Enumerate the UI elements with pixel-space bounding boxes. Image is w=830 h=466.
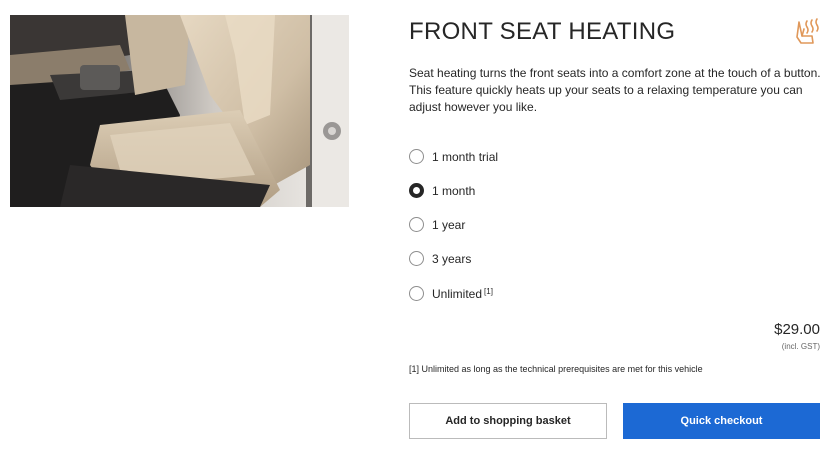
radio-button[interactable] — [409, 217, 424, 232]
option-label: 1 month trial — [432, 149, 499, 164]
option-3-years[interactable]: 3 years — [409, 251, 471, 266]
option-1-month-trial[interactable]: 1 month trial — [409, 149, 498, 164]
quick-checkout-button[interactable]: Quick checkout — [623, 403, 820, 439]
product-description: Seat heating turns the front seats into … — [409, 66, 821, 114]
option-unlimited[interactable]: Unlimited [1] — [409, 286, 493, 301]
option-1-month[interactable]: 1 month — [409, 183, 475, 198]
option-label: 1 year — [432, 217, 466, 232]
radio-button-selected[interactable] — [409, 183, 424, 198]
add-to-basket-button[interactable]: Add to shopping basket — [409, 403, 607, 439]
footnote-reference: [1] — [484, 286, 493, 296]
product-image — [10, 15, 349, 207]
radio-button[interactable] — [409, 149, 424, 164]
footnote: [1] Unlimited as long as the technical p… — [409, 364, 703, 374]
tax-note: (incl. GST) — [781, 342, 820, 351]
radio-button[interactable] — [409, 251, 424, 266]
option-label: 1 month — [432, 183, 476, 198]
price: $29.00 — [774, 321, 820, 338]
option-label-text: Unlimited — [432, 286, 483, 301]
radio-button[interactable] — [409, 286, 424, 301]
option-label: 3 years — [432, 251, 472, 266]
page-title: FRONT SEAT HEATING — [409, 18, 676, 45]
option-label: Unlimited [1] — [432, 287, 493, 301]
option-1-year[interactable]: 1 year — [409, 217, 465, 232]
seat-heating-icon — [794, 17, 820, 47]
